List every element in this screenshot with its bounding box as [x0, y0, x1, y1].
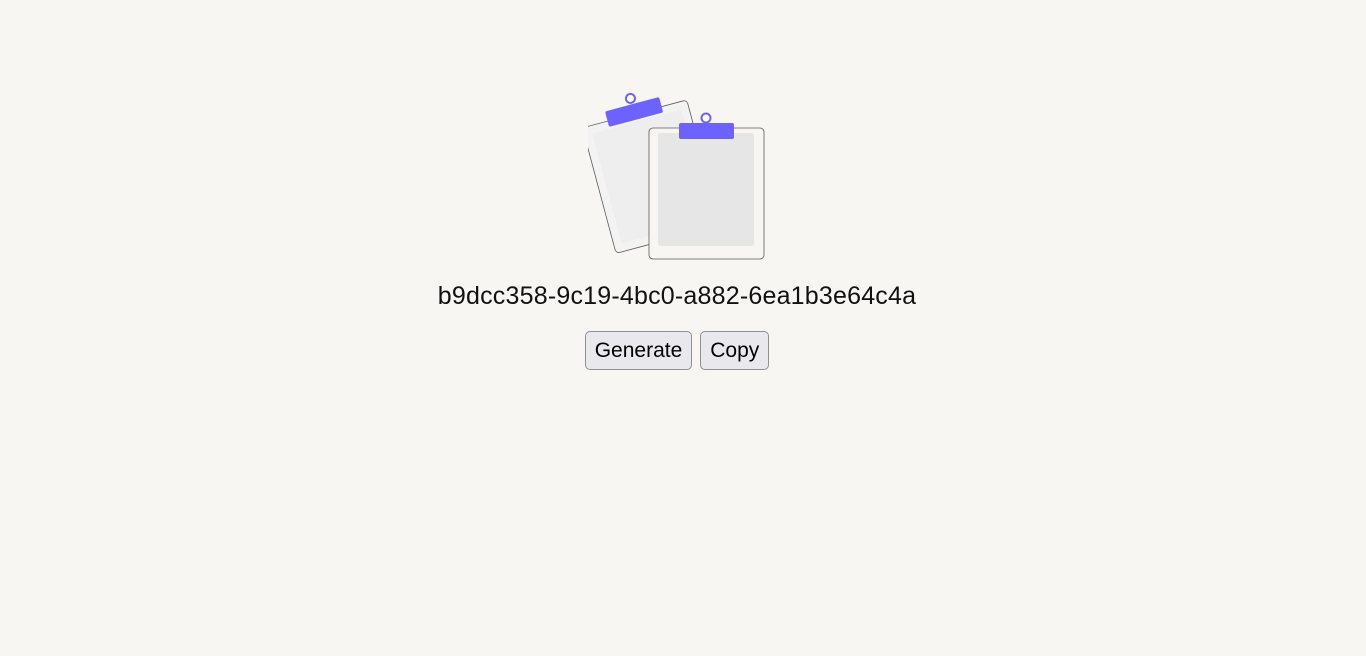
- generate-button[interactable]: Generate: [584, 331, 693, 370]
- copy-button[interactable]: Copy: [700, 331, 770, 370]
- uuid-generator-page: b9dcc358-9c19-4bc0-a882-6ea1b3e64c4a Gen…: [0, 0, 1366, 656]
- uuid-value: b9dcc358-9c19-4bc0-a882-6ea1b3e64c4a: [437, 282, 917, 310]
- clipboards-illustration: [588, 92, 765, 260]
- front-clipboard-icon: [648, 112, 765, 260]
- action-buttons: Generate Copy: [0, 331, 1354, 370]
